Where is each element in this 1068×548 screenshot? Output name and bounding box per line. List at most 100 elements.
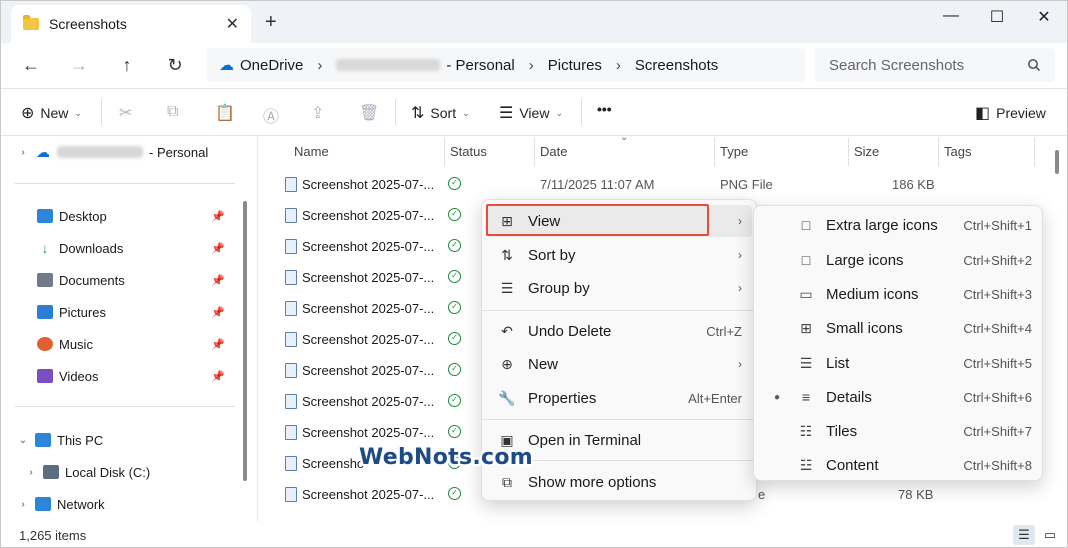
table-row[interactable]: Screenshot 2025-07-... ✓ 7/11/2025 11:07… [258, 169, 1048, 200]
column-divider[interactable] [1034, 138, 1035, 166]
submenu-item-large-icons[interactable]: □ Large icons Ctrl+Shift+2 [758, 244, 1042, 276]
details-view-toggle-icon[interactable]: ☰ [1013, 525, 1035, 545]
synced-status-icon: ✓ [448, 425, 461, 438]
downloads-icon: ↓ [41, 240, 49, 256]
column-divider[interactable] [714, 138, 715, 166]
chevron-right-icon: › [738, 357, 742, 371]
menu-item-show-more[interactable]: ⧉ Show more options [486, 466, 752, 498]
column-header-date[interactable]: Date [540, 144, 567, 159]
sidebar-item-downloads[interactable]: ↓ Downloads 📌 [31, 236, 243, 260]
sidebar-item-desktop[interactable]: Desktop 📌 [31, 204, 243, 228]
submenu-item-content[interactable]: ☳ Content Ctrl+Shift+8 [758, 449, 1042, 481]
file-date: 7/11/2025 11:07 AM [540, 177, 655, 192]
sidebar-scrollbar[interactable] [243, 201, 247, 481]
new-button[interactable]: ⊕ New ⌄ [21, 103, 82, 123]
sidebar-item-music[interactable]: Music 📌 [31, 332, 243, 356]
new-tab-button[interactable]: + [265, 11, 277, 34]
submenu-item-medium-icons[interactable]: ▭ Medium icons Ctrl+Shift+3 [758, 278, 1042, 310]
column-divider[interactable] [444, 138, 445, 166]
sidebar-item-this-pc[interactable]: ⌄ This PC [17, 428, 103, 452]
highlight-box [486, 204, 709, 236]
column-header-type[interactable]: Type [720, 144, 748, 159]
more-options-icon: ⧉ [502, 473, 512, 490]
breadcrumb-screenshots[interactable]: Screenshots [635, 57, 718, 74]
breadcrumb-separator[interactable]: › [529, 57, 534, 74]
tab-screenshots[interactable]: Screenshots ✕ [11, 5, 251, 43]
see-more-button[interactable]: ••• [597, 101, 612, 117]
breadcrumb[interactable]: ☁ OneDrive › - Personal › Pictures › Scr… [207, 48, 805, 82]
content-scrollbar[interactable] [1055, 150, 1059, 174]
up-button[interactable]: ↑ [115, 55, 139, 76]
refresh-button[interactable]: ↻ [163, 55, 187, 76]
breadcrumb-separator[interactable]: › [317, 57, 322, 74]
menu-item-undo-delete[interactable]: ↶ Undo Delete Ctrl+Z [486, 315, 752, 347]
menu-item-group-by[interactable]: ☰ Group by › [486, 272, 752, 304]
sidebar-item-label: Downloads [59, 240, 124, 256]
column-header-name[interactable]: Name [294, 144, 329, 159]
sidebar-item-local-disk[interactable]: › Local Disk (C:) [25, 460, 150, 484]
submenu-item-details[interactable]: ● ≡ Details Ctrl+Shift+6 [758, 381, 1042, 413]
breadcrumb-onedrive[interactable]: OneDrive [240, 57, 303, 74]
paste-button[interactable]: 📋 [215, 103, 235, 123]
file-name: Screenshot 2025-07-... [302, 301, 435, 316]
search-box[interactable]: Search Screenshots [815, 48, 1055, 82]
chevron-right-icon: › [21, 146, 25, 158]
menu-item-sort-by[interactable]: ⇅ Sort by › [486, 239, 752, 271]
file-name: Screenshot 2025-07-... [302, 487, 435, 502]
search-input[interactable]: Search Screenshots [829, 57, 964, 74]
sidebar-item-pictures[interactable]: Pictures 📌 [31, 300, 243, 324]
file-name: Screenshot 2025-07-... [302, 394, 435, 409]
file-type: e [758, 487, 766, 502]
sidebar-item-label: Local Disk (C:) [65, 464, 151, 480]
sidebar-item-label: This PC [57, 432, 104, 448]
pin-icon: 📌 [211, 338, 225, 351]
close-window-button[interactable]: ✕ [1034, 7, 1054, 27]
menu-item-label: Open in Terminal [528, 431, 642, 449]
back-button[interactable]: ← [19, 55, 43, 76]
preview-button[interactable]: ◧ Preview [975, 103, 1046, 123]
menu-item-new[interactable]: ⊕ New › [486, 348, 752, 380]
rename-button[interactable]: Ⓐ [263, 103, 279, 127]
png-file-icon [285, 208, 297, 223]
column-divider[interactable] [938, 138, 939, 166]
divider [15, 406, 235, 407]
view-button[interactable]: ☰ View ⌄ [499, 103, 563, 123]
column-header-tags[interactable]: Tags [944, 144, 971, 159]
column-header-status[interactable]: Status [450, 144, 487, 159]
sidebar-item-documents[interactable]: Documents 📌 [31, 268, 243, 292]
submenu-item-label: Medium icons [826, 285, 919, 303]
maximize-button[interactable]: ☐ [987, 7, 1007, 27]
trash-icon: 🗑 [359, 105, 380, 122]
sidebar-item-videos[interactable]: Videos 📌 [31, 364, 243, 388]
cut-button[interactable]: ✂ [119, 103, 132, 123]
sidebar-item-onedrive[interactable]: › ☁ - Personal [17, 140, 208, 164]
column-header-size[interactable]: Size [854, 144, 879, 159]
minimize-button[interactable]: — [941, 7, 961, 25]
sort-button[interactable]: ⇅ Sort ⌄ [411, 103, 470, 123]
sidebar-item-label: - Personal [149, 144, 209, 160]
shortcut: Ctrl+Shift+1 [963, 217, 1032, 233]
large-icons-icon: □ [801, 252, 811, 268]
sidebar-item-label: Documents [59, 272, 125, 288]
copy-button[interactable]: ⧉ [167, 103, 178, 121]
tab-close-icon[interactable]: ✕ [226, 14, 239, 34]
breadcrumb-pictures[interactable]: Pictures [548, 57, 602, 74]
divider [482, 310, 756, 311]
menu-item-properties[interactable]: 🔧 Properties Alt+Enter [486, 382, 752, 414]
delete-button[interactable]: 🗑 [359, 103, 379, 123]
sidebar-item-network[interactable]: › Network [17, 492, 104, 516]
forward-button[interactable]: → [67, 55, 91, 76]
submenu-item-tiles[interactable]: ☷ Tiles Ctrl+Shift+7 [758, 415, 1042, 447]
column-divider[interactable] [848, 138, 849, 166]
network-icon [35, 497, 51, 511]
sidebar-item-label: Pictures [59, 304, 106, 320]
submenu-item-small-icons[interactable]: ⊞ Small icons Ctrl+Shift+4 [758, 312, 1042, 344]
submenu-item-extra-large-icons[interactable]: □ Extra large icons Ctrl+Shift+1 [758, 209, 1042, 241]
breadcrumb-account[interactable]: - Personal [446, 57, 514, 74]
menu-item-label: New [528, 355, 559, 373]
tiles-view-toggle-icon[interactable]: ▭ [1039, 525, 1061, 545]
breadcrumb-separator[interactable]: › [616, 57, 621, 74]
column-divider[interactable] [534, 138, 535, 166]
share-button[interactable]: ⇪ [311, 103, 324, 123]
submenu-item-list[interactable]: ☰ List Ctrl+Shift+5 [758, 347, 1042, 379]
